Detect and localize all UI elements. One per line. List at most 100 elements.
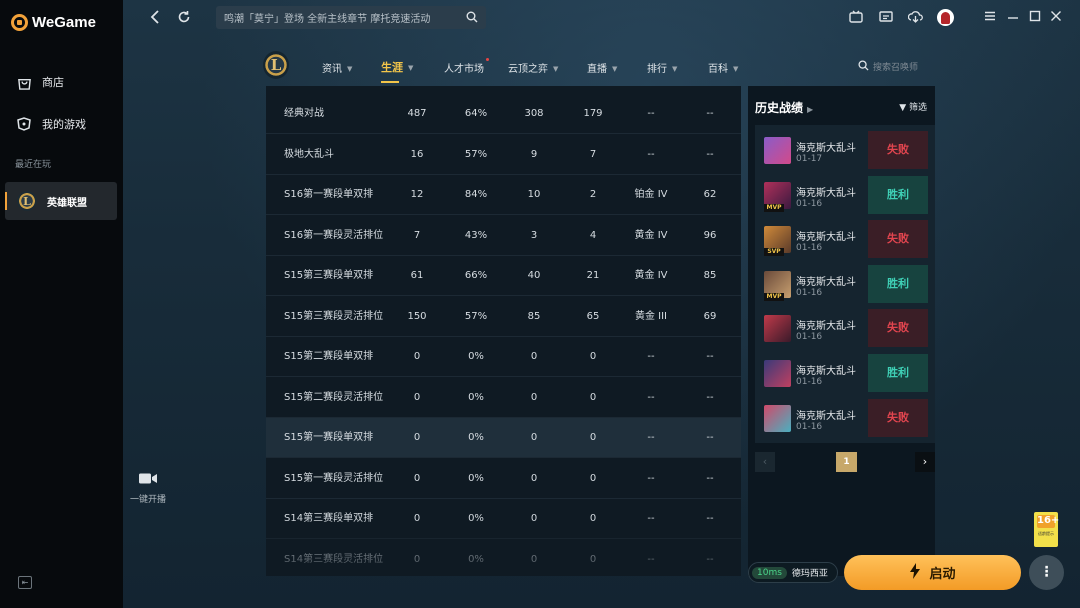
match-item[interactable]: 海克斯大乱斗 01-16 胜利 bbox=[755, 354, 935, 398]
match-item[interactable]: 海克斯大乱斗 01-16 失败 bbox=[755, 398, 935, 443]
table-row[interactable]: S15第二赛段灵活排位 0 0% 0 0 -- -- bbox=[266, 378, 741, 418]
user-avatar[interactable] bbox=[937, 9, 954, 26]
lol-logo-icon[interactable]: L bbox=[263, 51, 289, 79]
stat-cell: 57% bbox=[464, 310, 488, 322]
app-name: WeGame bbox=[32, 14, 96, 31]
match-date: 01-16 bbox=[796, 332, 823, 343]
tab-career[interactable]: 生涯 ▼ bbox=[381, 59, 413, 83]
tab-talent-market[interactable]: 人才市场 bbox=[444, 58, 489, 75]
table-row[interactable]: S15第二赛段单双排 0 0% 0 0 -- -- bbox=[266, 337, 741, 377]
stat-cell: -- bbox=[706, 553, 714, 565]
collapse-sidebar-button[interactable]: ⇤ bbox=[18, 576, 32, 589]
launch-button[interactable]: 启动 bbox=[844, 555, 1021, 590]
stat-cell: 62 bbox=[703, 189, 717, 200]
stat-cell: 0 bbox=[530, 391, 538, 403]
tab-live[interactable]: 直播 ▼ bbox=[587, 60, 617, 75]
tab-ranking[interactable]: 排行 ▼ bbox=[647, 60, 677, 75]
match-item[interactable]: MVP 海克斯大乱斗 01-16 胜利 bbox=[755, 264, 935, 309]
lightning-icon bbox=[909, 562, 921, 583]
queue-name-cell: S14第三赛段单双排 bbox=[284, 513, 374, 524]
champion-avatar bbox=[764, 315, 791, 343]
maximize-icon[interactable] bbox=[1029, 10, 1041, 26]
table-row[interactable]: 极地大乱斗 16 57% 9 7 -- -- bbox=[266, 135, 741, 175]
stat-cell: 铂金 IV bbox=[634, 189, 668, 200]
stat-cell: 21 bbox=[586, 270, 600, 281]
tab-wiki[interactable]: 百科 ▼ bbox=[708, 60, 738, 75]
stat-cell: 0 bbox=[530, 472, 538, 484]
summoner-search-input[interactable]: 搜索召唤师 bbox=[858, 58, 958, 75]
tab-news[interactable]: 资讯 ▼ bbox=[322, 60, 352, 75]
match-mode: 海克斯大乱斗 bbox=[796, 410, 856, 422]
recent-label: 最近在玩 bbox=[15, 160, 52, 170]
stat-cell: 0 bbox=[530, 432, 538, 443]
match-history-title[interactable]: 历史战绩 ▶ bbox=[755, 99, 813, 116]
table-row[interactable]: S16第一赛段灵活排位 7 43% 3 4 黄金 IV 96 bbox=[266, 216, 741, 256]
table-row[interactable]: 经典对战 487 64% 308 179 -- -- bbox=[266, 94, 741, 134]
match-item[interactable]: 海克斯大乱斗 01-17 失败 bbox=[755, 131, 935, 175]
stat-cell: 66% bbox=[464, 270, 488, 281]
match-item[interactable]: 海克斯大乱斗 01-16 失败 bbox=[755, 309, 935, 353]
back-icon[interactable] bbox=[150, 10, 160, 28]
global-search-input[interactable]: 鸣潮「莫宁」登场 全新主线章节 摩托竞速活动 bbox=[216, 6, 486, 29]
tab-tft[interactable]: 云顶之弈 ▼ bbox=[508, 60, 558, 75]
game-library-icon[interactable] bbox=[849, 10, 863, 28]
stat-cell: 0 bbox=[589, 391, 597, 403]
stat-cell: 0 bbox=[589, 351, 597, 362]
match-result: 失败 bbox=[868, 131, 928, 169]
filter-button[interactable]: ▼ 筛选 bbox=[899, 100, 927, 113]
stat-cell: 16 bbox=[410, 148, 424, 160]
gamepad-icon bbox=[16, 116, 32, 132]
server-selector[interactable]: 10ms 德玛西亚 bbox=[748, 562, 838, 583]
prev-page-button[interactable]: ‹ bbox=[755, 452, 775, 472]
match-date: 01-16 bbox=[796, 421, 823, 432]
chevron-right-icon: ▶ bbox=[807, 105, 814, 114]
stat-cell: 0% bbox=[468, 351, 484, 362]
table-row[interactable]: S15第三赛段单双排 61 66% 40 21 黄金 IV 85 bbox=[266, 256, 741, 296]
pagination: ‹ 1 › bbox=[755, 452, 935, 472]
chevron-down-icon: ▼ bbox=[553, 65, 559, 73]
table-row[interactable]: S14第三赛段灵活排位 0 0% 0 0 -- -- bbox=[266, 540, 741, 577]
wegame-logo[interactable]: WeGame bbox=[11, 14, 96, 31]
message-icon[interactable] bbox=[879, 10, 893, 28]
mvp-badge: MVP bbox=[764, 203, 784, 212]
table-row[interactable]: S15第一赛段单双排 0 0% 0 0 -- -- bbox=[266, 418, 741, 458]
stat-cell: 4 bbox=[589, 229, 597, 241]
queue-name-cell: S15第二赛段单双排 bbox=[284, 351, 374, 362]
chevron-down-icon: ▼ bbox=[347, 65, 353, 73]
table-row[interactable]: S15第三赛段灵活排位 150 57% 85 65 黄金 III 69 bbox=[266, 297, 741, 337]
match-result: 失败 bbox=[868, 220, 928, 259]
age-rating-badge[interactable]: 16+ 适龄提示 bbox=[1034, 512, 1059, 547]
stream-button[interactable]: 一键开播 bbox=[128, 472, 168, 505]
close-icon[interactable] bbox=[1050, 10, 1062, 26]
search-icon[interactable] bbox=[466, 11, 478, 26]
match-result: 失败 bbox=[868, 309, 928, 348]
sidebar-item-my-games[interactable]: 我的游戏 bbox=[16, 116, 86, 132]
match-history-panel: 历史战绩 ▶ ▼ 筛选 海克斯大乱斗 01-17 失败 MVP 海克斯大乱斗 01-16 胜利… bbox=[748, 86, 935, 576]
sidebar-item-league-of-legends[interactable]: L 英雄联盟 bbox=[5, 182, 117, 220]
stat-cell: 12 bbox=[410, 189, 424, 200]
menu-icon[interactable] bbox=[984, 10, 996, 26]
table-row[interactable]: S16第一赛段单双排 12 84% 10 2 铂金 IV 62 bbox=[266, 175, 741, 215]
stat-cell: 黄金 III bbox=[634, 310, 668, 322]
queue-name-cell: 极地大乱斗 bbox=[284, 148, 334, 160]
stat-cell: 96 bbox=[703, 229, 717, 241]
stat-cell: -- bbox=[647, 351, 655, 362]
stat-cell: 0% bbox=[468, 432, 484, 443]
page-number[interactable]: 1 bbox=[836, 452, 857, 472]
match-item[interactable]: MVP 海克斯大乱斗 01-16 胜利 bbox=[755, 175, 935, 220]
stat-cell: 0 bbox=[413, 472, 421, 484]
next-page-button[interactable]: › bbox=[915, 452, 935, 472]
match-mode: 海克斯大乱斗 bbox=[796, 366, 856, 377]
download-icon[interactable] bbox=[907, 10, 923, 28]
queue-name-cell: S15第一赛段单双排 bbox=[284, 432, 374, 443]
stat-cell: 65 bbox=[586, 310, 600, 322]
refresh-icon[interactable] bbox=[177, 10, 191, 28]
sidebar-item-store[interactable]: 商店 bbox=[16, 74, 64, 90]
more-options-button[interactable]: ⋮ bbox=[1029, 555, 1064, 590]
stat-cell: 57% bbox=[464, 148, 488, 160]
match-item[interactable]: SVP 海克斯大乱斗 01-16 失败 bbox=[755, 220, 935, 264]
table-row[interactable]: S14第三赛段单双排 0 0% 0 0 -- -- bbox=[266, 499, 741, 539]
minimize-icon[interactable] bbox=[1007, 10, 1019, 26]
table-row[interactable]: S15第一赛段灵活排位 0 0% 0 0 -- -- bbox=[266, 459, 741, 499]
shopping-bag-icon bbox=[16, 74, 32, 90]
